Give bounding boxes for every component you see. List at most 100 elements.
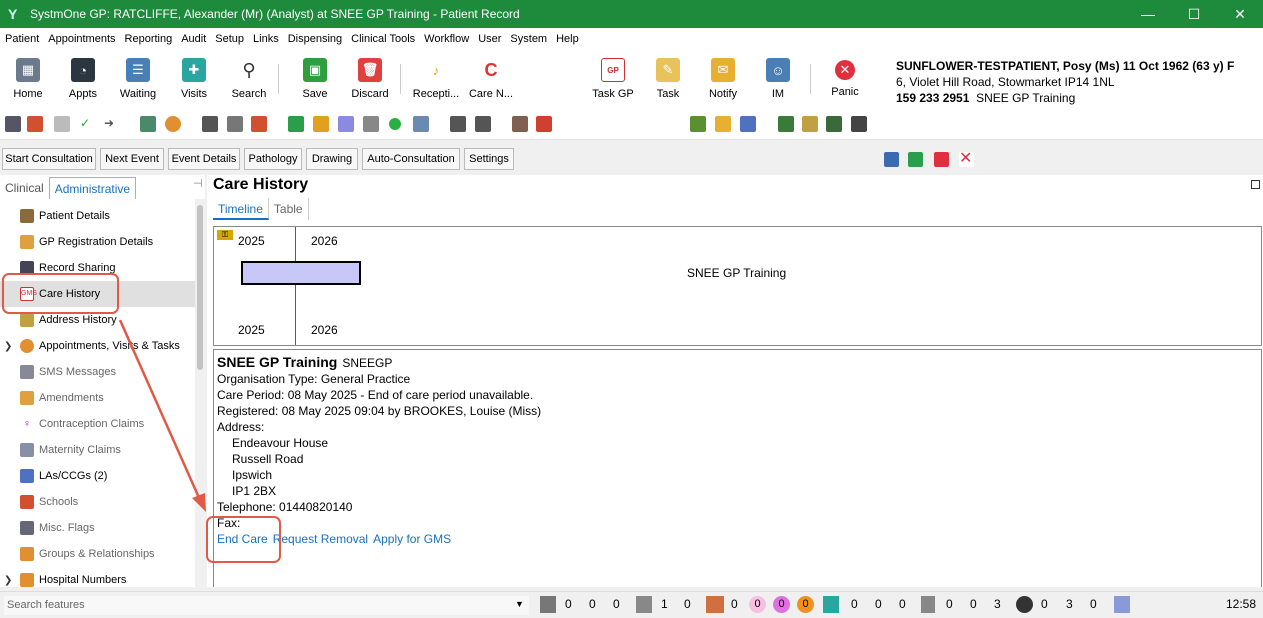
tab-table[interactable]: Table xyxy=(269,198,309,220)
sidebar-item-groups-relationships[interactable]: Groups & Relationships xyxy=(0,541,195,567)
visits-button[interactable]: ✚ Visits xyxy=(168,56,220,100)
status-count: 3 xyxy=(994,597,1001,611)
task-gp-button[interactable]: GP Task GP xyxy=(587,56,639,100)
home-button[interactable]: ▦ Home xyxy=(2,56,54,100)
menu-system[interactable]: System xyxy=(510,33,547,45)
appts-button[interactable]: ◔ Appts xyxy=(57,56,109,100)
dropdown-arrow-icon[interactable]: ▼ xyxy=(515,596,524,613)
sidebar-item-maternity-claims[interactable]: Maternity Claims xyxy=(0,437,195,463)
im-button[interactable]: ☺ IM xyxy=(752,56,804,100)
discard-button[interactable]: 🗑 Discard xyxy=(344,56,396,100)
start-consultation-button[interactable]: Start Consultation xyxy=(2,148,96,170)
calendar-icon[interactable] xyxy=(313,116,329,132)
menu-setup[interactable]: Setup xyxy=(215,33,244,45)
document-icon[interactable] xyxy=(363,116,379,132)
status-dot-icon[interactable] xyxy=(389,118,401,130)
sidebar-item-appointments[interactable]: ❯ Appointments, Visits & Tasks xyxy=(0,333,195,359)
sidebar-item-amendments[interactable]: Amendments xyxy=(0,385,195,411)
tab-timeline[interactable]: Timeline xyxy=(213,198,269,220)
notes-icon[interactable] xyxy=(778,116,794,132)
maximize-panel-icon[interactable] xyxy=(1251,180,1260,189)
menu-workflow[interactable]: Workflow xyxy=(424,33,469,45)
maximize-button[interactable]: ☐ xyxy=(1171,0,1217,28)
menu-user[interactable]: User xyxy=(478,33,501,45)
ibby-icon[interactable] xyxy=(54,116,70,132)
sidebar-item-contraception-claims[interactable]: ♀ Contraception Claims xyxy=(0,411,195,437)
status-count-orange[interactable]: 0 xyxy=(797,596,814,613)
mail-icon[interactable] xyxy=(715,116,731,132)
sidebar-item-schools[interactable]: Schools xyxy=(0,489,195,515)
person-icon[interactable] xyxy=(512,116,528,132)
menu-help[interactable]: Help xyxy=(556,33,579,45)
save-button[interactable]: ▣ Save xyxy=(289,56,341,100)
status-count-pink[interactable]: 0 xyxy=(749,596,766,613)
care-period-bar[interactable] xyxy=(241,261,361,285)
check-icon[interactable]: ✓ xyxy=(80,116,96,132)
sidebar-item-misc-flags[interactable]: Misc. Flags xyxy=(0,515,195,541)
reception-button[interactable]: ♪ Recepti... xyxy=(410,56,462,100)
edit-icon[interactable] xyxy=(5,116,21,132)
menu-clinical-tools[interactable]: Clinical Tools xyxy=(351,33,415,45)
pie-icon[interactable] xyxy=(165,116,181,132)
message-icon[interactable] xyxy=(338,116,354,132)
chevron-down-icon[interactable]: ❯ xyxy=(4,575,12,586)
sidebar-item-sms-messages[interactable]: SMS Messages xyxy=(0,359,195,385)
window-icon[interactable] xyxy=(450,116,466,132)
tab-clinical[interactable]: Clinical xyxy=(0,177,49,199)
care-navigation-button[interactable]: C Care N... xyxy=(465,56,517,100)
sidebar-scroll-thumb[interactable] xyxy=(197,205,203,370)
minimize-button[interactable]: — xyxy=(1125,0,1171,28)
menu-dispensing[interactable]: Dispensing xyxy=(288,33,342,45)
phone-icon[interactable] xyxy=(288,116,304,132)
tab-administrative[interactable]: Administrative xyxy=(48,177,137,199)
menu-bar: Patient Appointments Reporting Audit Set… xyxy=(0,28,1263,50)
chart-icon[interactable] xyxy=(251,116,267,132)
next-event-button[interactable]: Next Event xyxy=(100,148,164,170)
pin-icon[interactable]: ⊣ xyxy=(193,177,203,190)
sidebar-item-gp-registration[interactable]: GP Registration Details xyxy=(0,229,195,255)
print-icon[interactable] xyxy=(851,116,867,132)
request-removal-link[interactable]: Request Removal xyxy=(273,532,368,546)
device-icon[interactable] xyxy=(413,116,429,132)
menu-reporting[interactable]: Reporting xyxy=(125,33,173,45)
menu-appointments[interactable]: Appointments xyxy=(48,33,115,45)
book-icon[interactable] xyxy=(690,116,706,132)
copy-icon[interactable] xyxy=(826,116,842,132)
arrow-right-icon[interactable]: ➜ xyxy=(104,116,120,132)
task-button[interactable]: ✎ Task xyxy=(642,56,694,100)
pen-icon[interactable] xyxy=(202,116,218,132)
event-details-button[interactable]: Event Details xyxy=(168,148,240,170)
monitor-icon[interactable] xyxy=(908,152,923,167)
care-timeline[interactable]: ⚿ 2025 2026 SNEE GP Training 2025 2026 xyxy=(213,226,1262,346)
form-icon[interactable] xyxy=(802,116,818,132)
search-features-input[interactable]: Search features xyxy=(4,596,529,615)
triangle-people-icon[interactable] xyxy=(740,116,756,132)
waiting-button[interactable]: ☰ Waiting xyxy=(112,56,164,100)
auto-consultation-button[interactable]: Auto-Consultation xyxy=(362,148,460,170)
status-count-magenta[interactable]: 0 xyxy=(773,596,790,613)
status-count: 0 xyxy=(851,597,858,611)
drawing-button[interactable]: Drawing xyxy=(306,148,358,170)
search-button[interactable]: ⚲ Search xyxy=(223,56,275,100)
printer-icon[interactable] xyxy=(475,116,491,132)
red-x-icon[interactable]: ✕ xyxy=(959,151,974,167)
bars-icon[interactable] xyxy=(227,116,243,132)
chevron-down-icon[interactable]: ❯ xyxy=(4,341,12,352)
sidebar-item-hospital-numbers[interactable]: ❯ Hospital Numbers xyxy=(0,567,195,587)
people-icon[interactable] xyxy=(140,116,156,132)
apply-for-gms-link[interactable]: Apply for GMS xyxy=(373,532,451,546)
notify-button[interactable]: ✉ Notify xyxy=(697,56,749,100)
lock-icon[interactable] xyxy=(884,152,899,167)
phone-red-icon[interactable] xyxy=(934,152,949,167)
menu-patient[interactable]: Patient xyxy=(5,33,39,45)
sidebar-item-patient-details[interactable]: Patient Details xyxy=(0,203,195,229)
record-icon[interactable] xyxy=(27,116,43,132)
panic-button[interactable]: ✕ Panic xyxy=(819,56,871,98)
menu-links[interactable]: Links xyxy=(253,33,279,45)
pathology-button[interactable]: Pathology xyxy=(244,148,302,170)
sidebar-item-las-ccgs[interactable]: LAs/CCGs (2) xyxy=(0,463,195,489)
calendar-31-icon[interactable] xyxy=(536,116,552,132)
close-button[interactable]: ✕ xyxy=(1217,0,1263,28)
menu-audit[interactable]: Audit xyxy=(181,33,206,45)
settings-button[interactable]: Settings xyxy=(464,148,514,170)
